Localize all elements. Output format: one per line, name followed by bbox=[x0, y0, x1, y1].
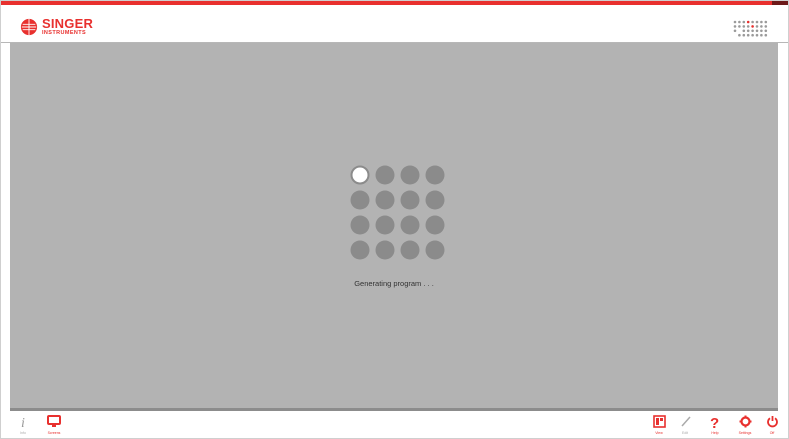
device-dot bbox=[760, 33, 763, 37]
spinner-dot bbox=[425, 215, 445, 235]
device-dot bbox=[746, 20, 750, 24]
device-dot bbox=[760, 25, 763, 28]
settings-button[interactable]: Settings bbox=[735, 414, 755, 438]
spinner-dot bbox=[350, 190, 370, 210]
question-icon: ? bbox=[707, 414, 723, 429]
settings-label: Settings bbox=[738, 431, 752, 435]
device-dot bbox=[742, 20, 746, 24]
device-dot bbox=[742, 33, 746, 37]
spinner-dot bbox=[425, 190, 445, 210]
pencil-icon bbox=[677, 414, 693, 429]
info-label: Info bbox=[20, 431, 26, 435]
edit-button[interactable]: Edit bbox=[675, 414, 695, 438]
spinner-dot bbox=[400, 240, 420, 260]
device-dot bbox=[746, 25, 750, 28]
device-dot bbox=[764, 20, 768, 24]
spinner-dot-active bbox=[350, 165, 370, 185]
spinner-dot bbox=[400, 165, 420, 185]
device-dot bbox=[751, 25, 754, 28]
footer-toolbar: i Info Screens View Edit ? Help Settings… bbox=[1, 411, 788, 438]
device-dot bbox=[755, 20, 759, 24]
loading-spinner bbox=[350, 165, 445, 260]
off-label: Off bbox=[769, 431, 775, 435]
screens-label: Screens bbox=[47, 431, 61, 435]
accent-stripe bbox=[1, 1, 788, 5]
device-dot bbox=[755, 29, 759, 33]
device-dot bbox=[755, 25, 759, 28]
brand-name: SINGER bbox=[42, 16, 94, 32]
spinner-dot bbox=[375, 240, 395, 260]
info-button[interactable]: i Info bbox=[13, 414, 33, 438]
off-button[interactable]: Off bbox=[762, 414, 782, 438]
edit-label: Edit bbox=[681, 431, 689, 435]
device-dot bbox=[764, 25, 768, 28]
gear-icon bbox=[737, 414, 753, 429]
monitor-icon bbox=[46, 414, 62, 429]
svg-text:i: i bbox=[21, 416, 25, 429]
device-grid-icon bbox=[733, 20, 768, 37]
screens-button[interactable]: Screens bbox=[44, 414, 64, 438]
device-dot bbox=[760, 29, 763, 33]
device-dot bbox=[746, 29, 750, 33]
device-dot bbox=[751, 29, 754, 33]
svg-text:?: ? bbox=[710, 415, 719, 429]
status-message: Generating program . . . bbox=[354, 279, 434, 288]
device-dot bbox=[733, 25, 737, 28]
app-window: SINGER INSTRUMENTS Generating program . … bbox=[0, 0, 789, 439]
device-dot bbox=[742, 29, 746, 33]
help-button[interactable]: ? Help bbox=[705, 414, 725, 438]
device-dot bbox=[751, 20, 754, 24]
spinner-dot bbox=[375, 190, 395, 210]
spinner-dot bbox=[400, 215, 420, 235]
device-dot bbox=[755, 33, 759, 37]
device-dot bbox=[746, 33, 750, 37]
power-icon bbox=[764, 414, 780, 429]
device-dot bbox=[764, 33, 768, 37]
help-label: Help bbox=[711, 431, 719, 435]
device-dot bbox=[738, 20, 741, 24]
main-content: Generating program . . . bbox=[10, 43, 778, 408]
panel-icon bbox=[651, 414, 667, 429]
device-dot bbox=[733, 20, 737, 24]
spinner-dot bbox=[400, 190, 420, 210]
brand-logo: SINGER INSTRUMENTS bbox=[20, 16, 93, 38]
spinner-dot bbox=[425, 240, 445, 260]
device-dot bbox=[733, 29, 737, 33]
singer-logo-icon bbox=[20, 18, 38, 36]
header: SINGER INSTRUMENTS bbox=[1, 6, 788, 43]
spinner-dot bbox=[350, 240, 370, 260]
spinner-dot bbox=[425, 165, 445, 185]
view-label: View bbox=[655, 431, 663, 435]
spinner-dot bbox=[375, 215, 395, 235]
device-dot bbox=[738, 33, 741, 37]
spinner-dot bbox=[375, 165, 395, 185]
info-icon: i bbox=[15, 414, 31, 429]
brand-subtitle: INSTRUMENTS bbox=[42, 30, 87, 37]
device-dot bbox=[764, 29, 768, 33]
spinner-dot bbox=[350, 215, 370, 235]
accent-stripe-end bbox=[772, 1, 788, 5]
device-dot bbox=[738, 25, 741, 28]
device-dot bbox=[751, 33, 754, 37]
device-dot bbox=[742, 25, 746, 28]
device-dot bbox=[760, 20, 763, 24]
view-button[interactable]: View bbox=[649, 414, 669, 438]
